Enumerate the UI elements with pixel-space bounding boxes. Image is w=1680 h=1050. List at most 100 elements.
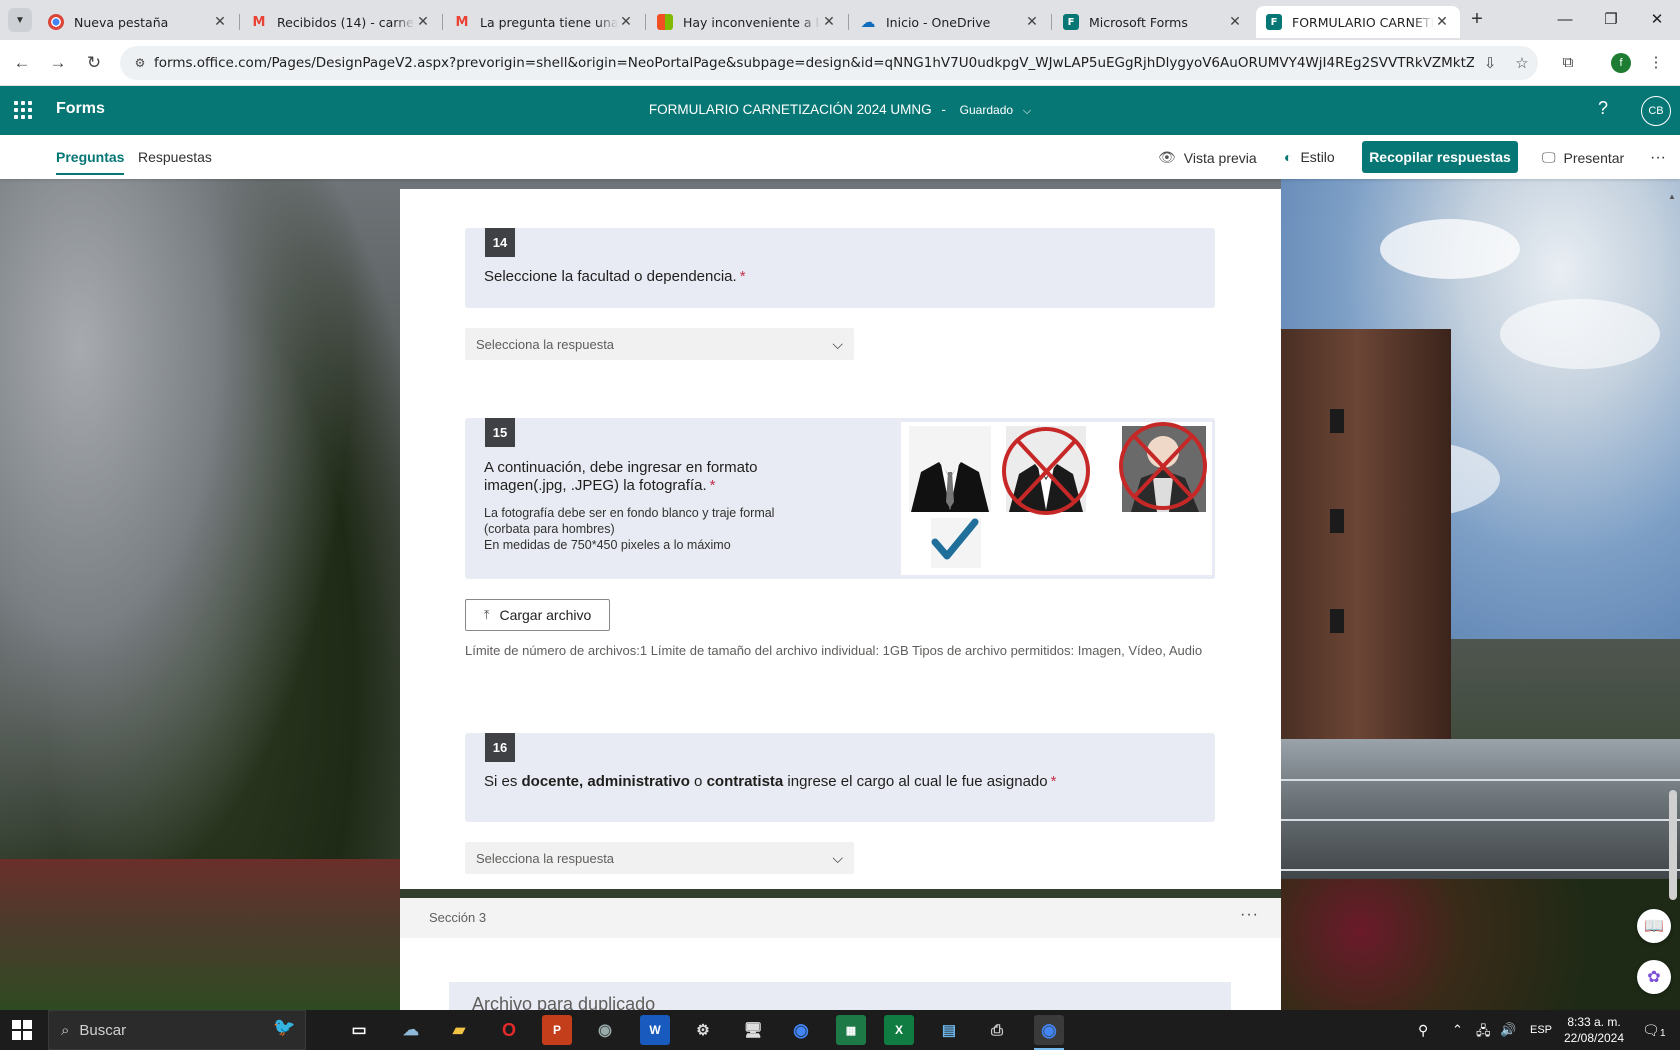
excel-icon[interactable]: X bbox=[884, 1015, 914, 1045]
question-description: La fotografía debe ser en fondo blanco y… bbox=[484, 506, 775, 552]
notifications-icon[interactable]: 🗨 bbox=[1642, 1022, 1660, 1039]
close-tab-icon[interactable]: ✕ bbox=[1227, 14, 1243, 30]
minimize-button[interactable]: — bbox=[1542, 6, 1588, 34]
search-icon: ⌕ bbox=[61, 1021, 70, 1039]
restore-button[interactable]: ❐ bbox=[1588, 6, 1634, 34]
browser-tab[interactable]: M La pregunta tiene una re ✕ bbox=[444, 6, 644, 38]
browser-tab[interactable]: Hay inconveniente a la h ✕ bbox=[647, 6, 847, 38]
weather-icon[interactable]: ☁ bbox=[396, 1015, 426, 1045]
browser-tab[interactable]: Nueva pestaña ✕ bbox=[38, 6, 238, 38]
network-icon[interactable]: 🖧 bbox=[1476, 1022, 1491, 1044]
question-image[interactable] bbox=[898, 419, 1215, 578]
camera-icon[interactable]: ◉ bbox=[590, 1015, 620, 1045]
url-text[interactable]: forms.office.com/Pages/DesignPageV2.aspx… bbox=[154, 55, 1474, 71]
profile-avatar[interactable]: f bbox=[1611, 53, 1631, 73]
forward-button[interactable]: → bbox=[46, 51, 70, 75]
remote-desktop-icon[interactable]: ⚙ bbox=[688, 1015, 718, 1045]
close-tab-icon[interactable]: ✕ bbox=[1434, 14, 1450, 30]
word-icon[interactable]: W bbox=[640, 1015, 670, 1045]
close-tab-icon[interactable]: ✕ bbox=[1024, 14, 1040, 30]
new-tab-button[interactable]: + bbox=[1465, 8, 1489, 32]
show-hidden-icons[interactable]: ⌃ bbox=[1452, 1022, 1463, 1038]
close-tab-icon[interactable]: ✕ bbox=[212, 14, 228, 30]
preview-button[interactable]: 👁 Vista previa bbox=[1158, 149, 1257, 166]
tab-title: La pregunta tiene una re bbox=[480, 14, 618, 30]
browser-tab-active[interactable]: F FORMULARIO CARNETIZ ✕ bbox=[1256, 6, 1460, 38]
style-label: Estilo bbox=[1300, 149, 1335, 165]
powerpoint-icon[interactable]: P bbox=[542, 1015, 572, 1045]
more-options-button[interactable]: ··· bbox=[1650, 149, 1666, 167]
bookmark-star-icon[interactable]: ☆ bbox=[1506, 54, 1538, 72]
back-button[interactable]: ← bbox=[10, 51, 34, 75]
question-number: 16 bbox=[485, 733, 515, 762]
taskbar-clock[interactable]: 8:33 a. m. 22/08/2024 bbox=[1559, 1014, 1629, 1046]
project-icon[interactable]: ▦ bbox=[836, 1015, 866, 1045]
extensions-icon[interactable]: ⧉ bbox=[1557, 52, 1579, 74]
tab-questions[interactable]: Preguntas bbox=[56, 149, 125, 175]
chrome-icon bbox=[48, 14, 64, 30]
command-bar: Preguntas Respuestas 👁 Vista previa ◐ Es… bbox=[0, 135, 1680, 179]
answer-dropdown[interactable]: Selecciona la respuesta ⌵ bbox=[465, 842, 854, 874]
next-question-card[interactable]: Archivo para duplicado bbox=[449, 982, 1231, 1010]
preview-label: Vista previa bbox=[1183, 149, 1257, 166]
tab-divider bbox=[645, 14, 646, 30]
chrome-icon[interactable]: ◉ bbox=[786, 1015, 816, 1045]
browser-tab[interactable]: M Recibidos (14) - carnetiza ✕ bbox=[241, 6, 441, 38]
opera-icon[interactable]: O bbox=[494, 1015, 524, 1045]
search-placeholder: Buscar bbox=[79, 1021, 127, 1039]
eye-icon: 👁 bbox=[1158, 149, 1176, 165]
question-title: Si es docente, administrativo o contrati… bbox=[484, 773, 1057, 790]
required-marker: * bbox=[709, 477, 716, 494]
file-explorer-icon[interactable]: ▰ bbox=[444, 1015, 474, 1045]
section-more-button[interactable]: ··· bbox=[1240, 906, 1259, 924]
forms-header: Forms FORMULARIO CARNETIZACIÓN 2024 UMNG… bbox=[0, 86, 1680, 135]
close-window-button[interactable]: ✕ bbox=[1634, 6, 1680, 34]
reload-button[interactable]: ↻ bbox=[82, 51, 106, 75]
chrome-active-icon[interactable]: ◉ bbox=[1034, 1015, 1064, 1045]
copilot-icon[interactable]: ✿ bbox=[1637, 960, 1671, 994]
style-button[interactable]: ◐ Estilo bbox=[1284, 149, 1335, 165]
collect-responses-button[interactable]: Recopilar respuestas bbox=[1362, 141, 1518, 173]
scroll-up-arrow[interactable]: ▲ bbox=[1668, 192, 1676, 201]
people-icon[interactable]: ⚲ bbox=[1418, 1022, 1428, 1039]
scrollbar-thumb[interactable] bbox=[1669, 790, 1677, 900]
browser-menu-icon[interactable]: ⋮ bbox=[1645, 52, 1667, 74]
upload-file-button[interactable]: ⤒ Cargar archivo bbox=[465, 599, 610, 631]
question-14[interactable]: 14 Seleccione la facultad o dependencia.… bbox=[465, 228, 1215, 308]
printer-icon[interactable]: ⎙ bbox=[982, 1015, 1012, 1045]
language-indicator[interactable]: ESP bbox=[1530, 1024, 1552, 1036]
section-3-body: Archivo para duplicado bbox=[400, 938, 1281, 1010]
task-view-icon[interactable]: ▭ bbox=[344, 1015, 374, 1045]
tab-divider bbox=[239, 14, 240, 30]
install-app-icon[interactable]: ⇩ bbox=[1474, 54, 1506, 72]
bird-search-graphic: 🐦 bbox=[273, 1017, 296, 1037]
browser-tab[interactable]: F Microsoft Forms ✕ bbox=[1053, 6, 1253, 38]
chevron-down-icon[interactable]: ⌵ bbox=[1023, 105, 1031, 117]
computer-icon[interactable]: 🖥 bbox=[738, 1015, 768, 1045]
section-header[interactable]: Sección 3 ··· bbox=[400, 898, 1281, 938]
omnibox[interactable]: ⚙ forms.office.com/Pages/DesignPageV2.as… bbox=[120, 46, 1538, 80]
close-tab-icon[interactable]: ✕ bbox=[618, 14, 634, 30]
tab-title: Recibidos (14) - carnetiza bbox=[277, 14, 415, 30]
help-icon[interactable]: ? bbox=[1598, 98, 1608, 119]
immersive-reader-icon[interactable]: 📖 bbox=[1637, 909, 1671, 943]
close-tab-icon[interactable]: ✕ bbox=[821, 14, 837, 30]
answer-dropdown[interactable]: Selecciona la respuesta ⌵ bbox=[465, 328, 854, 360]
volume-icon[interactable]: 🔊 bbox=[1500, 1022, 1516, 1038]
taskbar-search[interactable]: ⌕ Buscar 🐦 bbox=[48, 1010, 306, 1050]
required-marker: * bbox=[1050, 773, 1057, 790]
browser-tab[interactable]: ☁ Inicio - OneDrive ✕ bbox=[850, 6, 1050, 38]
garden-decoration bbox=[1281, 879, 1680, 1010]
question-16[interactable]: 16 Si es docente, administrativo o contr… bbox=[465, 733, 1215, 822]
form-title-bar[interactable]: FORMULARIO CARNETIZACIÓN 2024 UMNG - Gua… bbox=[0, 102, 1680, 118]
close-tab-icon[interactable]: ✕ bbox=[415, 14, 431, 30]
windows-start-icon[interactable] bbox=[12, 1020, 32, 1040]
site-info-icon[interactable]: ⚙ bbox=[126, 56, 154, 70]
user-avatar[interactable]: CB bbox=[1641, 96, 1671, 126]
section-label: Sección 3 bbox=[429, 910, 487, 925]
tab-search-button[interactable]: ▼ bbox=[8, 8, 32, 32]
tab-responses[interactable]: Respuestas bbox=[138, 149, 212, 165]
present-button[interactable]: 🖵 Presentar bbox=[1542, 149, 1624, 166]
photo-examples-image bbox=[909, 422, 1207, 568]
control-panel-icon[interactable]: ▤ bbox=[934, 1015, 964, 1045]
